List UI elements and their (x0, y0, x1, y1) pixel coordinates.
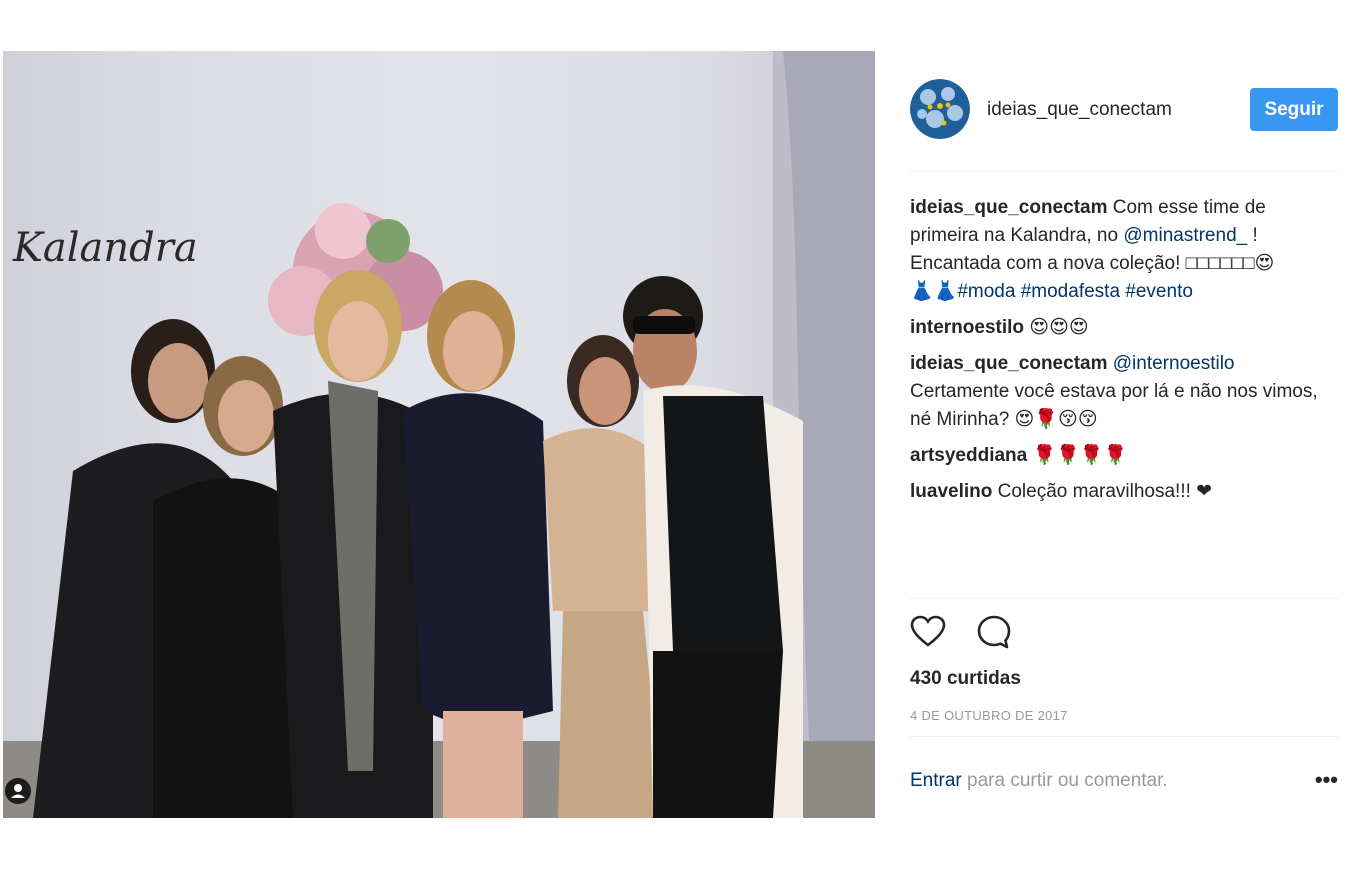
comment-item: luavelino Coleção maravilhosa!!! ❤ (910, 478, 1338, 506)
comment-item: internoestilo 😍😍😍 (910, 314, 1338, 342)
comment-item: ideias_que_conectam @internoestilo Certa… (910, 350, 1338, 434)
comment-item: artsyeddiana 🌹🌹🌹🌹 (910, 442, 1338, 470)
comment-username[interactable]: artsyeddiana (910, 445, 1027, 466)
caption: ideias_que_conectam Com esse time de pri… (910, 194, 1338, 306)
caption-username[interactable]: ideias_que_conectam (910, 197, 1107, 218)
post-username[interactable]: ideias_que_conectam (987, 99, 1172, 121)
hashtag-moda[interactable]: #moda (957, 281, 1015, 302)
speech-bubble-icon[interactable] (976, 614, 1012, 650)
comment-text: 😍😍😍 (1029, 317, 1089, 338)
hashtag-modafesta[interactable]: #modafesta (1021, 281, 1120, 302)
comment-username[interactable]: ideias_que_conectam (910, 353, 1107, 374)
person-3 (273, 270, 433, 818)
comments-list: ideias_que_conectam Com esse time de pri… (910, 194, 1338, 514)
heart-outline-icon[interactable] (910, 614, 946, 650)
person-tag-icon[interactable] (5, 778, 31, 804)
heart-eyes-emoji: 😍 (1254, 253, 1275, 274)
post-side-panel: ideias_que_conectam Seguir ideias_que_co… (910, 51, 1338, 818)
caption-mention[interactable]: @minastrend_ (1123, 225, 1247, 246)
post-actions (910, 614, 1038, 654)
comment-username[interactable]: internoestilo (910, 317, 1024, 338)
avatar[interactable] (910, 79, 970, 139)
hashtag-evento[interactable]: #evento (1125, 281, 1193, 302)
login-text: para curtir ou comentar. (967, 770, 1168, 791)
comment-mention[interactable]: @internoestilo (1113, 353, 1235, 374)
login-prompt: Entrar para curtir ou comentar. (910, 770, 1168, 792)
comment-text: Certamente você estava por lá e não nos … (910, 381, 1318, 430)
post-header: ideias_que_conectam Seguir (910, 51, 1338, 172)
post-date: 4 DE OUTUBRO DE 2017 (910, 708, 1068, 723)
kalandra-signage: Kalandra (12, 225, 198, 271)
dress-emoji: 👗👗 (910, 281, 958, 302)
comment-text: 🌹🌹🌹🌹 (1032, 445, 1128, 466)
comment-text: Coleção maravilhosa!!! ❤ (997, 481, 1213, 502)
divider (910, 598, 1338, 599)
divider (910, 736, 1338, 737)
likes-count[interactable]: 430 curtidas (910, 668, 1021, 690)
post-photo[interactable]: Kalandra (3, 51, 875, 818)
more-options-button[interactable]: ••• (1315, 767, 1338, 793)
group-photo-illustration: Kalandra (3, 51, 875, 818)
login-link[interactable]: Entrar (910, 770, 962, 791)
follow-button[interactable]: Seguir (1250, 88, 1338, 131)
comment-username[interactable]: luavelino (910, 481, 992, 502)
